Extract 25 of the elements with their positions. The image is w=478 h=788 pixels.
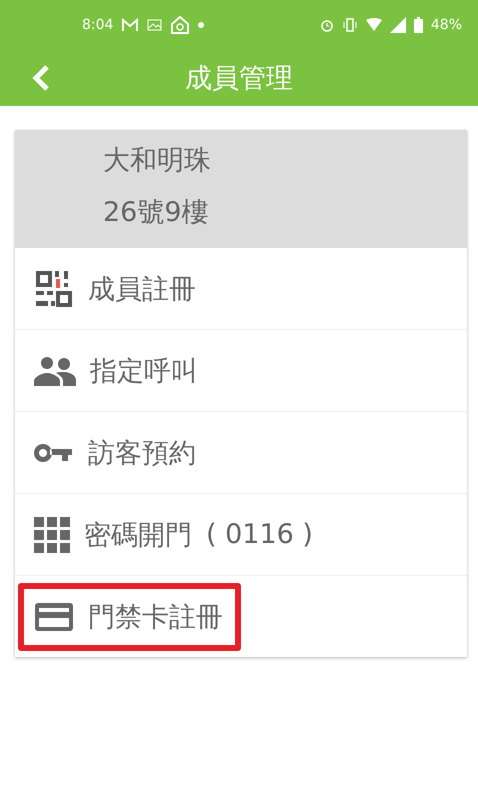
menu-item[interactable]: 成員註冊 [18,252,214,324]
battery-icon [414,17,423,33]
status-time: 8:04 [82,17,114,33]
unit-address: 26號9樓 [103,196,210,230]
keypad-icon [34,516,70,552]
image-icon [147,19,162,31]
alarm-icon [320,18,334,32]
signal-icon [390,17,406,33]
people-icon [34,356,76,386]
screen-title: 成員管理 [185,62,293,96]
vibrate-icon [342,18,358,32]
dot-icon [198,22,204,28]
battery-percent: 48% [430,17,462,33]
key-icon [34,442,74,462]
unit-name: 大和明珠 [103,144,212,178]
back-icon [32,64,50,92]
wifi-icon [366,18,382,32]
menu-item[interactable]: 指定呼叫 [18,336,216,404]
menu-item[interactable]: 門禁卡註冊 [18,582,241,650]
mail-icon [121,18,140,32]
card-icon [34,602,74,632]
menu-item[interactable]: 密碼開門 ( 0116 ) [18,500,331,568]
qr-code-icon [34,268,74,308]
home-icon [170,15,190,35]
menu-item[interactable]: 訪客預約 [18,418,214,486]
